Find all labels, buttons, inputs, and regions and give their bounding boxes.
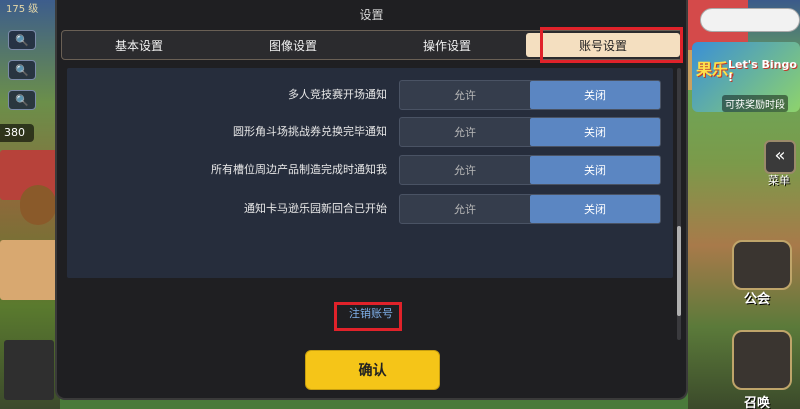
top-search-bar[interactable] xyxy=(700,8,800,32)
search-icon: 🔍 xyxy=(15,63,29,77)
notification-toggle: 允许 关闭 xyxy=(399,194,661,224)
map-search-button-2[interactable]: 🔍 xyxy=(8,60,36,80)
notification-toggle: 允许 关闭 xyxy=(399,80,661,110)
bingo-reward-text: 可获奖励时段 xyxy=(722,95,788,112)
map-search-button-3[interactable]: 🔍 xyxy=(8,90,36,110)
player-level: 175 级 xyxy=(6,4,39,15)
notification-toggle: 允许 关闭 xyxy=(399,155,661,185)
tab-basic-settings[interactable]: 基本设置 xyxy=(62,31,216,59)
setting-row-park-round: 通知卡马逊乐园新回合已开始 允许 关闭 xyxy=(67,194,673,224)
dialog-title: 设置 xyxy=(359,8,384,22)
setting-row-production-complete: 所有槽位周边产品制造完成时通知我 允许 关闭 xyxy=(67,155,673,185)
search-icon: 🔍 xyxy=(15,33,29,47)
allow-option[interactable]: 允许 xyxy=(400,156,530,184)
close-option[interactable]: 关闭 xyxy=(530,81,660,109)
setting-label: 多人竞技赛开场通知 xyxy=(288,88,387,101)
scrollbar-thumb[interactable] xyxy=(677,226,681,316)
tab-control-settings[interactable]: 操作设置 xyxy=(370,31,524,59)
bingo-event-banner[interactable]: 果乐, Let's Bingo ! 可获奖励时段 xyxy=(692,42,800,112)
allow-option[interactable]: 允许 xyxy=(400,81,530,109)
tab-graphics-settings[interactable]: 图像设置 xyxy=(216,31,370,59)
bear-statue xyxy=(20,185,56,225)
setting-row-arena-ticket: 圆形角斗场挑战券兑换完毕通知 允许 关闭 xyxy=(67,117,673,147)
close-option[interactable]: 关闭 xyxy=(530,118,660,146)
guild-button[interactable] xyxy=(732,240,792,290)
confirm-button[interactable]: 确认 xyxy=(305,350,440,390)
allow-option[interactable]: 允许 xyxy=(400,195,530,223)
setting-label: 所有槽位周边产品制造完成时通知我 xyxy=(211,163,387,176)
summon-button[interactable] xyxy=(732,330,792,390)
menu-button[interactable]: « xyxy=(764,140,796,174)
notification-toggle: 允许 关闭 xyxy=(399,117,661,147)
tower-building xyxy=(4,340,54,400)
map-search-button-1[interactable]: 🔍 xyxy=(8,30,36,50)
summon-label: 召唤 xyxy=(744,396,771,409)
setting-row-pvp-start: 多人竞技赛开场通知 允许 关闭 xyxy=(67,80,673,110)
double-chevron-left-icon: « xyxy=(774,145,786,166)
allow-option[interactable]: 允许 xyxy=(400,118,530,146)
close-option[interactable]: 关闭 xyxy=(530,156,660,184)
plaza-tile xyxy=(0,240,60,300)
settings-tab-bar: 基本设置 图像设置 操作设置 账号设置 xyxy=(61,30,683,60)
menu-label: 菜单 xyxy=(768,174,790,187)
tab-account-settings[interactable]: 账号设置 xyxy=(526,33,680,57)
logout-account-link[interactable]: 注销账号 xyxy=(349,305,393,321)
guild-label: 公会 xyxy=(744,292,771,307)
bingo-tag: Let's Bingo ! xyxy=(728,58,797,84)
settings-dialog: 设置 基本设置 图像设置 操作设置 账号设置 多人竞技赛开场通知 允许 关闭 圆… xyxy=(55,0,688,400)
coin-counter: 380 xyxy=(0,124,34,142)
setting-label: 通知卡马逊乐园新回合已开始 xyxy=(244,202,387,215)
search-icon: 🔍 xyxy=(15,93,29,107)
setting-label: 圆形角斗场挑战券兑换完毕通知 xyxy=(233,125,387,138)
close-option[interactable]: 关闭 xyxy=(530,195,660,223)
